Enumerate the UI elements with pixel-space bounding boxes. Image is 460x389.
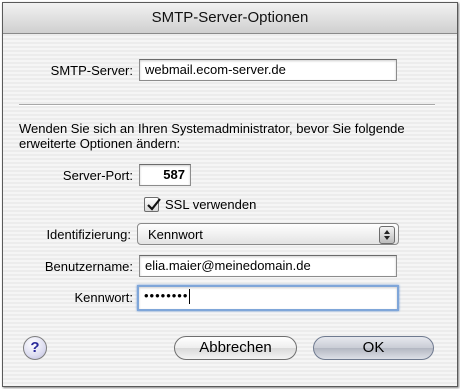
checkmark-icon bbox=[147, 198, 161, 211]
admin-notice: Wenden Sie sich an Ihren Systemadministr… bbox=[19, 121, 405, 151]
username-label: Benutzername: bbox=[44, 259, 133, 274]
smtp-server-field[interactable]: webmail.ecom-server.de bbox=[139, 59, 397, 81]
password-dots: •••••••• bbox=[144, 288, 189, 303]
divider bbox=[19, 104, 435, 106]
ssl-label[interactable]: SSL verwenden bbox=[165, 197, 256, 212]
server-port-field[interactable]: 587 bbox=[139, 164, 191, 186]
help-button[interactable]: ? bbox=[23, 336, 47, 360]
ssl-checkbox[interactable] bbox=[144, 197, 161, 212]
text-cursor bbox=[189, 289, 191, 305]
identification-value: Kennwort bbox=[148, 227, 203, 242]
cancel-button[interactable]: Abbrechen bbox=[174, 336, 297, 360]
smtp-server-label: SMTP-Server: bbox=[50, 63, 133, 78]
server-port-label: Server-Port: bbox=[62, 168, 133, 183]
smtp-options-dialog: SMTP-Server-Optionen SMTP-Server: webmai… bbox=[2, 2, 458, 387]
updown-arrows-icon bbox=[379, 226, 395, 244]
ok-button[interactable]: OK bbox=[313, 336, 434, 360]
password-label: Kennwort: bbox=[74, 290, 133, 305]
dialog-content: SMTP-Server: webmail.ecom-server.de Wend… bbox=[3, 34, 457, 386]
window-title: SMTP-Server-Optionen bbox=[151, 9, 309, 26]
title-bar[interactable]: SMTP-Server-Optionen bbox=[3, 3, 457, 34]
identification-label: Identifizierung: bbox=[46, 227, 131, 242]
identification-popup[interactable]: Kennwort bbox=[137, 223, 399, 245]
help-icon: ? bbox=[30, 339, 40, 356]
username-field[interactable]: elia.maier@meinedomain.de bbox=[139, 255, 397, 277]
password-field[interactable]: •••••••• bbox=[137, 285, 399, 311]
